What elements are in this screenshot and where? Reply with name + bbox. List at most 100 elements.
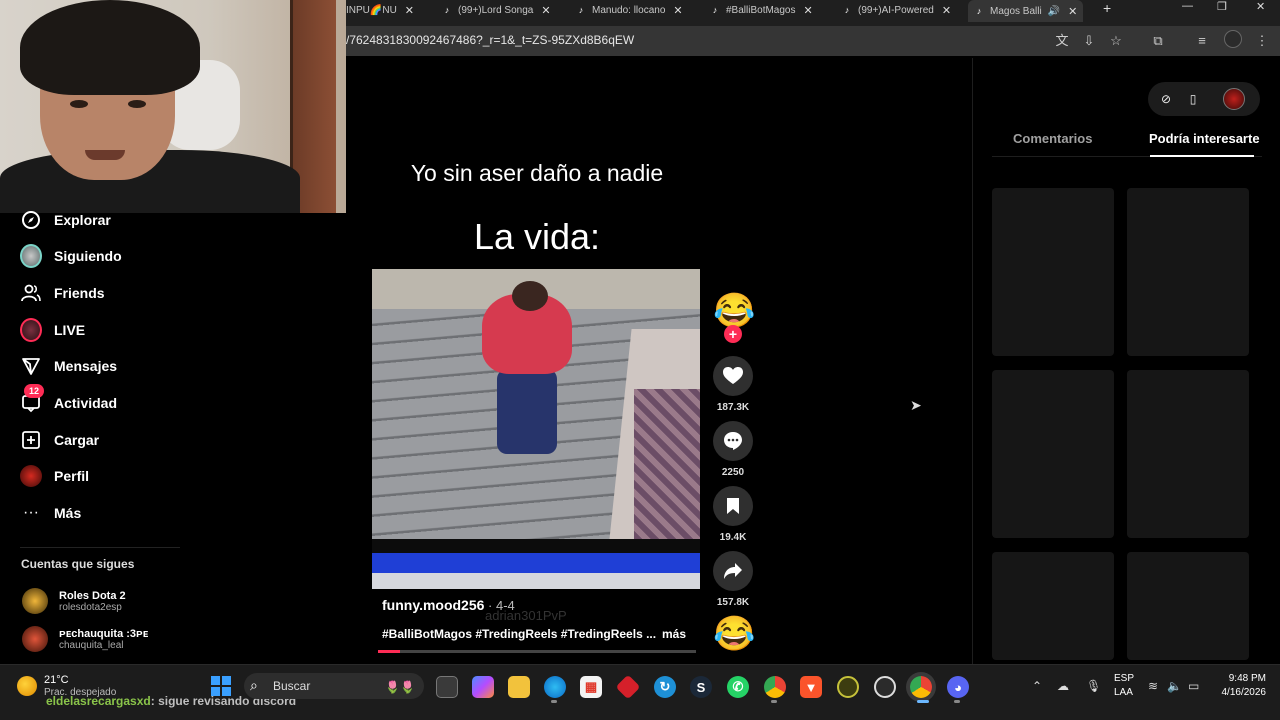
file-explorer-icon[interactable] [508, 676, 530, 698]
close-icon[interactable]: ✕ [673, 4, 682, 17]
clock-time[interactable]: 9:48 PM [1224, 673, 1266, 684]
video-recorded-screen-edge [372, 539, 700, 589]
sidebar-item-cargar[interactable]: Cargar [20, 427, 99, 453]
browser-menu-icon[interactable]: ⋮ [1254, 33, 1270, 49]
comment-count: 2250 [721, 467, 745, 478]
game-app-icon[interactable] [837, 676, 859, 698]
obs-icon[interactable] [874, 676, 896, 698]
browser-tab[interactable]: ♪ (99+)AI-Powered ✕ [842, 0, 951, 20]
followed-account[interactable]: Roles Dota 2 rolesdota2esp [22, 588, 126, 614]
expand-description-link[interactable]: más [662, 627, 686, 641]
recommended-video-thumbnail[interactable] [1127, 552, 1249, 660]
music-disc-emoji[interactable]: 😂 [713, 615, 755, 653]
recommended-video-thumbnail[interactable] [1127, 188, 1249, 356]
browser-tab[interactable]: ♪ (99+)Lord Songa ✕ [442, 0, 551, 20]
input-layout[interactable]: LAA [1114, 687, 1133, 698]
close-icon[interactable]: ✕ [405, 4, 414, 17]
notification-badge: 12 [24, 384, 44, 398]
user-avatar[interactable] [1223, 88, 1245, 110]
edge-icon[interactable] [544, 676, 566, 698]
sidebar-item-perfil[interactable]: Perfil [20, 463, 89, 489]
avatar [22, 588, 48, 614]
extensions-icon[interactable]: ⧉ [1150, 33, 1166, 49]
share-button[interactable] [713, 551, 753, 591]
sidebar-item-label: Más [54, 505, 82, 521]
sidebar-item-label: Perfil [54, 468, 90, 484]
sidebar-item-live[interactable]: LIVE [20, 317, 85, 343]
chrome-icon[interactable] [764, 676, 786, 698]
save-button[interactable] [713, 486, 753, 526]
media-control-icon[interactable]: ≡ [1194, 33, 1210, 49]
microphone-icon[interactable]: 🎙 [1086, 679, 1101, 693]
browser-tab[interactable]: INPU🌈NU ✕ [346, 0, 414, 20]
new-tab-button[interactable]: + [1103, 0, 1111, 16]
copilot-icon[interactable] [472, 676, 494, 698]
tiktok-icon: ♪ [712, 5, 718, 15]
recommended-video-thumbnail[interactable] [992, 552, 1114, 660]
whatsapp-icon[interactable]: ✆ [727, 676, 749, 698]
steam-icon[interactable]: S [690, 676, 712, 698]
windows-start-icon[interactable] [211, 676, 231, 696]
install-app-icon[interactable]: ⇩ [1081, 33, 1097, 49]
sidebar-item-friends[interactable]: Friends [20, 280, 105, 306]
microsoft-store-icon[interactable]: ▦ [580, 676, 602, 698]
tab-comentarios[interactable]: Comentarios [1013, 131, 1092, 146]
follow-plus-button[interactable]: + [724, 325, 742, 343]
sync-app-icon[interactable]: ↻ [654, 676, 676, 698]
phone-icon[interactable]: ▯ [1185, 91, 1201, 107]
browser-profile-avatar[interactable] [1224, 30, 1242, 48]
author-name[interactable]: funny.mood256 [382, 597, 484, 613]
onedrive-cloud-icon[interactable]: ☁ [1057, 679, 1069, 693]
followed-account[interactable]: ᴘᴇchauquita :3ᴘᴇ chauquita_leal [22, 626, 148, 652]
restore-icon[interactable]: ❐ [1217, 0, 1227, 13]
window-close-icon[interactable]: ✕ [1256, 0, 1265, 13]
recommended-video-thumbnail[interactable] [992, 370, 1114, 538]
sidebar-item-siguiendo[interactable]: Siguiendo [20, 243, 122, 269]
running-indicator [551, 700, 557, 703]
brave-icon[interactable]: ▼ [800, 676, 822, 698]
tab-title: (99+)AI-Powered [858, 4, 934, 16]
task-view-icon[interactable] [436, 676, 458, 698]
url-text[interactable]: /7624831830092467486?_r=1&_t=ZS-95ZXd8B6… [346, 33, 634, 47]
sidebar-item-label: Mensajes [54, 358, 118, 374]
weather-sun-icon[interactable] [17, 676, 37, 696]
close-icon[interactable]: ✕ [942, 4, 951, 17]
input-language[interactable]: ESP [1114, 673, 1134, 684]
translate-icon[interactable]: 文 [1054, 33, 1070, 49]
wifi-icon[interactable]: ≋ [1148, 679, 1158, 693]
video-hashtags[interactable]: #BalliBotMagos #TredingReels #TredingRee… [382, 627, 656, 641]
video-progress-bar[interactable] [378, 650, 696, 653]
running-indicator [954, 700, 960, 703]
clock-date[interactable]: 4/16/2026 [1210, 687, 1267, 698]
tray-overflow-chevron-icon[interactable]: ⌃ [1032, 679, 1042, 693]
sidebar-item-mensajes[interactable]: Mensajes [20, 353, 117, 379]
sidebar-item-label: Explorar [54, 212, 111, 228]
video-person-head [512, 281, 548, 311]
minimize-icon[interactable]: — [1182, 0, 1193, 12]
browser-tab[interactable]: ♪ Manudo: llocano ✕ [576, 0, 683, 20]
sidebar-item-actividad[interactable]: 12 Actividad [20, 384, 117, 416]
close-icon[interactable]: ✕ [803, 4, 812, 17]
speaker-icon[interactable]: 🔊 [1048, 6, 1060, 17]
sidebar-item-mas[interactable]: ··· Más [20, 500, 81, 526]
recommended-video-thumbnail[interactable] [1127, 370, 1249, 538]
video-player[interactable] [372, 269, 700, 589]
bookmark-star-icon[interactable]: ☆ [1108, 33, 1124, 49]
browser-tab-active[interactable]: ♪ Magos Balli 🔊 ✕ [968, 0, 1084, 22]
volume-icon[interactable]: 🔈 [1167, 679, 1182, 693]
comment-button[interactable] [713, 421, 753, 461]
like-button[interactable] [713, 356, 753, 396]
recommended-video-thumbnail[interactable] [992, 188, 1114, 356]
weather-temperature[interactable]: 21°C [44, 674, 69, 686]
active-tab-indicator [1150, 155, 1254, 157]
chrome-active-icon[interactable] [910, 676, 932, 698]
tab-podria-interesarte[interactable]: Podría interesarte [1149, 131, 1260, 146]
battery-icon[interactable]: ▭ [1188, 679, 1199, 693]
coins-icon[interactable]: ⊘ [1158, 91, 1174, 107]
video-author[interactable]: funny.mood256 · 4-4 [382, 597, 515, 613]
discord-icon[interactable]: ◕ [947, 676, 969, 698]
close-icon[interactable]: ✕ [1068, 5, 1077, 18]
close-icon[interactable]: ✕ [541, 4, 550, 17]
browser-tab[interactable]: ♪ #BalliBotMagos ✕ [710, 0, 813, 20]
sidebar-item-explorar[interactable]: Explorar [20, 207, 111, 233]
